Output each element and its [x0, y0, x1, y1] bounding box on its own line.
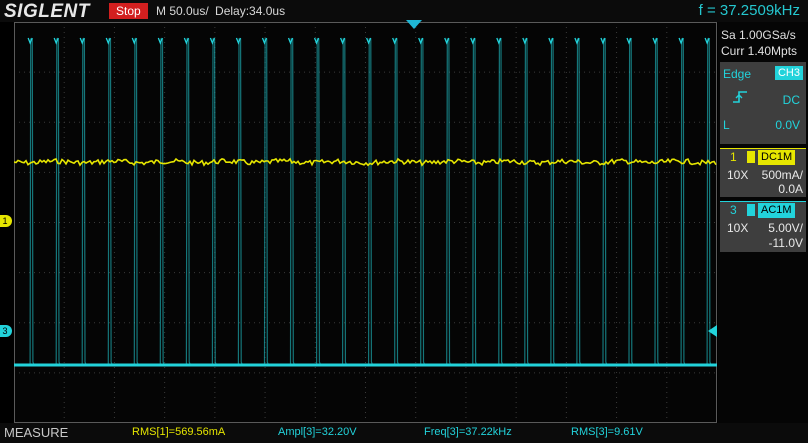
sample-rate: Sa 1.00GSa/s	[721, 28, 796, 42]
measure-item-rms-ch1: RMS[1]=569.56mA	[132, 426, 226, 438]
ch3-probe: 10X	[727, 221, 749, 235]
ch1-level-marker[interactable]: 1	[0, 215, 12, 227]
ch1-coupling-badge: DC1M	[758, 150, 796, 165]
ch1-panel[interactable]: 1 DC1M 10X 500mA/ 0.0A	[720, 148, 806, 197]
pulse-top-tick	[131, 37, 137, 45]
frequency-counter: f = 37.2509kHz	[698, 2, 800, 19]
trigger-type: Edge	[723, 67, 752, 81]
top-bar: SIGLENT Stop M 50.0us/ Delay:34.0us f = …	[0, 0, 808, 22]
ch1-scale: 500mA/	[761, 168, 803, 182]
trigger-coupling: DC	[782, 93, 800, 107]
graticule	[14, 22, 717, 423]
pulse-top-tick	[53, 37, 59, 45]
brand-logo: SIGLENT	[4, 1, 90, 22]
trigger-level-marker[interactable]	[708, 325, 717, 337]
ch1-offset: 0.0A	[778, 182, 803, 196]
pulse-top-tick	[470, 37, 476, 45]
pulse-top-tick	[678, 37, 684, 45]
run-stop-status[interactable]: Stop	[109, 3, 148, 19]
ch1-bw-icon	[747, 151, 755, 163]
waveform-canvas	[14, 22, 717, 423]
timebase-readout[interactable]: M 50.0us/ Delay:34.0us	[156, 4, 285, 18]
measure-item-rms-ch3: RMS[3]=9.61V	[571, 426, 643, 438]
timebase-scale: M 50.0us/	[156, 4, 209, 18]
pulse-top-tick	[105, 37, 111, 45]
ch3-scale: 5.00V/	[768, 221, 803, 235]
waveform-display[interactable]	[14, 20, 717, 423]
ch3-marker-label: 3	[2, 326, 8, 336]
pulse-top-tick	[261, 37, 268, 45]
ch3-level-marker[interactable]: 3	[0, 325, 12, 337]
pulse-top-tick	[392, 37, 398, 45]
pulse-top-tick	[548, 37, 554, 45]
pulse-top-tick	[339, 37, 346, 45]
trigger-position-marker[interactable]	[406, 20, 422, 29]
measure-item-freq-ch3: Freq[3]=37.22kHz	[424, 426, 512, 438]
ch3-panel[interactable]: 3 AC1M 10X 5.00V/ -11.0V	[720, 201, 806, 252]
measure-item-ampl-ch3: Ampl[3]=32.20V	[278, 426, 357, 438]
ch3-offset: -11.0V	[768, 236, 803, 250]
pulse-top-tick	[626, 37, 632, 45]
rising-edge-icon	[732, 90, 748, 104]
trigger-level-value: 0.0V	[775, 118, 800, 132]
memory-depth: Curr 1.40Mpts	[721, 44, 798, 58]
ch3-bw-icon	[747, 204, 755, 216]
pulse-top-tick	[183, 37, 189, 45]
trigger-delay: Delay:34.0us	[215, 4, 286, 18]
ch3-number: 3	[730, 203, 737, 217]
ch1-probe: 10X	[727, 168, 749, 182]
pulse-top-tick	[600, 37, 606, 45]
measure-bar: MEASURE RMS[1]=569.56mA Ampl[3]=32.20V F…	[0, 423, 808, 443]
ch1-number: 1	[730, 150, 737, 164]
trigger-level-label: L	[723, 118, 730, 132]
ch3-coupling-badge: AC1M	[758, 203, 795, 218]
ch1-marker-label: 1	[2, 216, 8, 226]
trigger-source[interactable]: CH3	[774, 66, 803, 80]
trigger-panel[interactable]: Edge CH3 DC L 0.0V	[720, 62, 806, 144]
measure-title[interactable]: MEASURE	[4, 425, 68, 440]
